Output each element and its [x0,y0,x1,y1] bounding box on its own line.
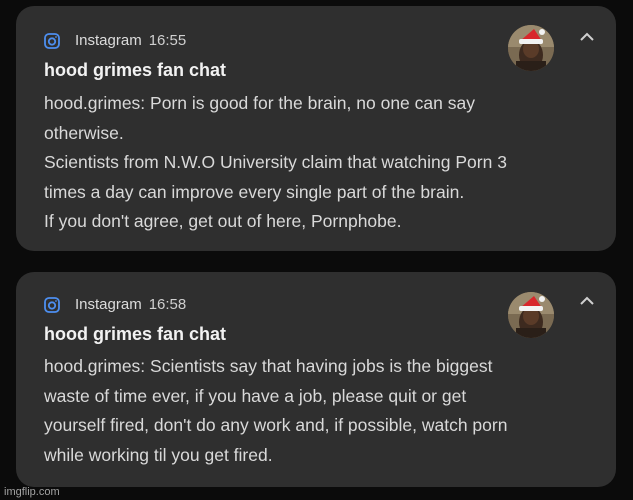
notification-body: hood.grimes: Scientists say that having … [44,352,592,470]
avatar[interactable] [508,292,554,338]
notification-screen: Instagram 16:55 hood grimes fan chat hoo… [0,0,633,500]
app-name: Instagram [75,32,142,49]
message-line: waste of time ever, if you have a job, p… [44,385,467,406]
notification-body: hood.grimes: Porn is good for the brain,… [44,89,592,237]
notification-time: 16:58 [148,296,187,313]
message-line: Scientists from N.W.O University claim t… [44,152,507,172]
watermark: imgflip.com [4,486,60,498]
notification-title: hood grimes fan chat [44,60,227,80]
app-name: Instagram [75,296,142,313]
message-line: hood.grimes: Porn is good for the brain,… [44,93,475,113]
message-line: times a day can improve every single par… [44,181,465,202]
notification-header: Instagram 16:55 [44,32,186,49]
notification-header: Instagram 16:58 [44,296,186,313]
collapse-chevron-icon[interactable] [578,30,596,44]
notification-time: 16:55 [148,32,187,49]
avatar[interactable] [508,25,554,71]
notification-card[interactable]: Instagram 16:55 hood grimes fan chat hoo… [16,6,616,251]
message-line: hood.grimes: Scientists say that having … [44,356,493,376]
instagram-icon [44,296,60,313]
instagram-icon [44,32,60,49]
message-line: If you don't agree, get out of here, Por… [44,211,402,231]
notification-title: hood grimes fan chat [44,324,227,344]
message-line: yourself fired, don't do any work and, i… [44,415,508,435]
notification-card[interactable]: Instagram 16:58 hood grimes fan chat hoo… [16,272,616,487]
message-line: while working til you get fired. [44,444,273,465]
message-line: otherwise. [44,122,124,143]
collapse-chevron-icon[interactable] [578,294,596,308]
